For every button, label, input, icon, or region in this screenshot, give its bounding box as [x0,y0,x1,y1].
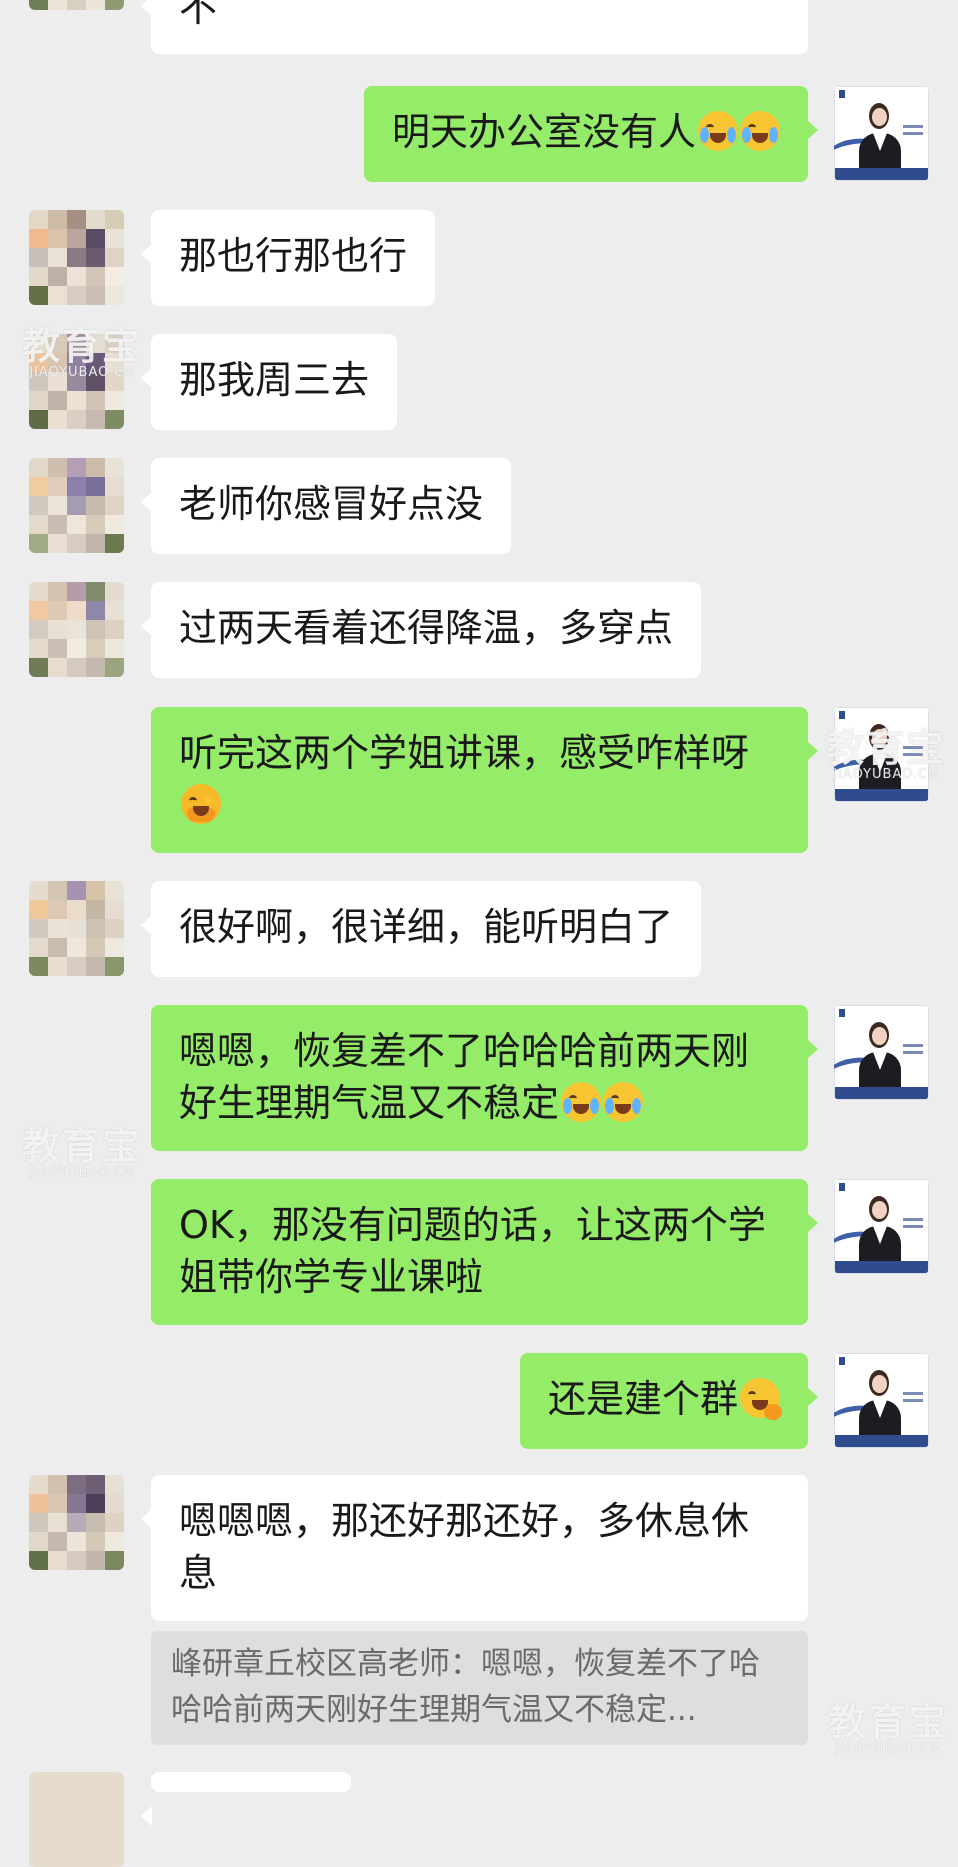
message-bubble-incoming[interactable]: 嗯嗯嗯，那还好那还好，多休息休息 [141,1475,808,1621]
cry-laugh-icon [603,1082,644,1122]
cry-laugh-icon [698,111,738,151]
watermark-subtext: JIAOYUBAO.CN [29,1165,135,1180]
contact-avatar[interactable] [29,0,124,10]
message-text: 那我周三去 [179,358,370,402]
pixelated-avatar-image [29,1475,124,1570]
pixelated-avatar-image [29,458,124,553]
message-bubble-incoming[interactable]: 很好啊，很详细，能听明白了 [140,881,702,977]
message-text: 听完这两个学姐讲课，感受咋样呀 [179,731,750,775]
message-text: OK，那没有问题的话，让这两个学姐带你学专业课啦 [179,1203,766,1299]
message-bubble-incoming[interactable] [141,1772,351,1826]
pixelated-avatar-image [29,210,124,305]
message-text: 那也行那也行 [179,234,408,278]
cry-laugh-icon [561,1082,602,1122]
pixelated-avatar-image [29,334,124,429]
pixelated-avatar-image [29,582,124,677]
message-bubble-outgoing[interactable]: 听完这两个学姐讲课，感受咋样呀 [151,707,818,853]
teacher-photo [834,1353,929,1448]
thinking-icon [740,1378,782,1420]
message-text: 很好啊，很详细，能听明白了 [179,905,674,949]
watermark-text: 教育宝 [22,1124,143,1168]
message-bubble-incoming[interactable]: 过两天看着还得降温，多穿点 [140,582,702,678]
message-text: 不 [179,0,218,30]
teacher-avatar[interactable] [834,707,929,802]
message-text: 嗯嗯，恢复差不了哈哈哈前两天刚好生理期气温又不稳定 [179,1029,750,1125]
message-bubble-outgoing[interactable]: OK，那没有问题的话，让这两个学姐带你学专业课啦 [151,1179,818,1325]
contact-avatar[interactable] [29,458,124,553]
contact-avatar[interactable] [29,1475,124,1570]
watermark-text: 教育宝 [828,1700,949,1744]
message-text: 还是建个群 [547,1377,738,1421]
watermark-logo: 教育宝 JIAOYUBAO.CN [828,1702,948,1756]
quoted-reply-text: 峰研章丘校区高老师：嗯嗯，恢复差不了哈哈哈前两天刚好生理期气温又不稳定... [171,1646,760,1728]
teacher-avatar[interactable] [834,1353,929,1448]
message-bubble-outgoing[interactable]: 还是建个群 [519,1353,819,1449]
message-text: 嗯嗯嗯，那还好那还好，多休息休息 [179,1499,750,1595]
contact-avatar[interactable] [29,210,124,305]
teacher-photo [834,1179,929,1274]
message-text: 明天办公室没有人 [391,110,696,154]
teacher-photo [834,1005,929,1100]
teacher-photo [834,86,929,181]
message-text: 老师你感冒好点没 [179,482,484,526]
pixelated-avatar-image [29,0,124,10]
watermark-logo: 教育宝 JIAOYUBAO.CN [22,1126,142,1180]
shy-hands-icon [181,784,221,824]
message-bubble-incoming[interactable]: 那也行那也行 [140,210,436,306]
watermark-subtext: JIAOYUBAO.CN [835,1741,941,1756]
teacher-avatar[interactable] [834,1005,929,1100]
message-bubble-incoming[interactable]: 那我周三去 [140,334,398,430]
quoted-reply[interactable]: 峰研章丘校区高老师：嗯嗯，恢复差不了哈哈哈前两天刚好生理期气温又不稳定... [151,1631,808,1745]
teacher-avatar[interactable] [834,1179,929,1274]
message-bubble-incoming[interactable]: 老师你感冒好点没 [140,458,512,554]
message-bubble-outgoing[interactable]: 明天办公室没有人 [363,86,819,182]
message-bubble-incoming[interactable]: 不 [141,0,808,54]
contact-avatar[interactable] [29,881,124,976]
cry-laugh-icon [740,111,780,151]
teacher-avatar[interactable] [834,86,929,181]
contact-avatar[interactable] [29,1772,124,1867]
message-text: 过两天看着还得降温，多穿点 [179,606,674,650]
pixelated-avatar-image [29,881,124,976]
contact-avatar[interactable] [29,334,124,429]
teacher-photo [834,707,929,802]
contact-avatar[interactable] [29,582,124,677]
message-bubble-outgoing[interactable]: 嗯嗯，恢复差不了哈哈哈前两天刚好生理期气温又不稳定 [151,1005,818,1151]
